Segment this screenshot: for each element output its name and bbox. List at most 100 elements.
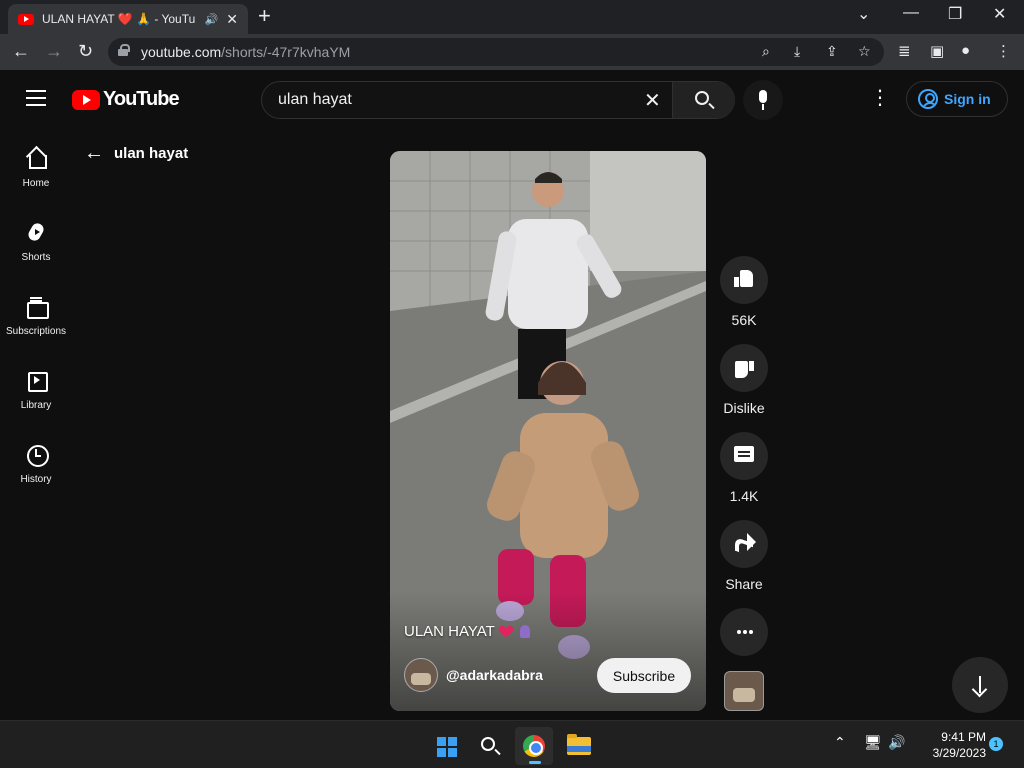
short-title: ULAN HAYAT [404, 623, 495, 640]
taskbar-search-button[interactable] [471, 727, 509, 765]
search-results-title: ulan hayat [114, 145, 189, 162]
media-queue-icon[interactable]: ≣ [898, 42, 911, 60]
minimize-button[interactable]: — [903, 4, 919, 22]
short-caption: ULAN HAYAT [404, 623, 530, 640]
youtube-favicon-icon [18, 13, 34, 25]
subscriptions-icon [26, 296, 49, 319]
like-button[interactable] [720, 256, 768, 304]
praying-hands-icon [519, 625, 530, 638]
clock-date: 3/29/2023 [932, 746, 986, 760]
guide-item-label: Shorts [21, 252, 51, 263]
network-icon[interactable]: 🖥 [864, 734, 882, 751]
share-label: Share [725, 576, 763, 592]
hamburger-menu-icon[interactable] [26, 90, 46, 106]
more-action [720, 608, 768, 656]
short-video-player[interactable]: ULAN HAYAT @adarkadabra Subscribe [390, 151, 706, 711]
address-bar[interactable]: youtube.com/shorts/-47r7kvhaYM ⌕ ⤓ ⇪ ☆ [108, 38, 884, 66]
close-window-button[interactable]: ✕ [993, 4, 1006, 24]
tray-overflow-chevron-icon[interactable]: ⌃ [834, 734, 846, 751]
like-action: 56K [720, 256, 768, 328]
channel-handle[interactable]: @adarkadabra [446, 667, 543, 683]
start-button[interactable] [427, 727, 465, 765]
restore-button[interactable]: ❐ [948, 4, 962, 24]
sign-in-label: Sign in [944, 91, 991, 107]
more-options-button[interactable] [720, 608, 768, 656]
active-indicator [529, 761, 541, 764]
folder-icon [567, 734, 591, 755]
taskbar-clock[interactable]: 9:41 PM 3/29/2023 [916, 729, 986, 761]
search-input[interactable]: ulan hayat [278, 91, 352, 109]
lock-icon[interactable] [118, 44, 130, 56]
tab-close-icon[interactable]: ✕ [226, 11, 238, 28]
reload-icon[interactable]: ↻ [78, 41, 93, 62]
guide-item-label: Home [22, 178, 50, 189]
guide-item-label: Subscriptions [5, 326, 67, 337]
home-icon [26, 148, 47, 169]
comments-button[interactable] [720, 432, 768, 480]
comment-count: 1.4K [729, 488, 759, 504]
taskbar-file-explorer-app[interactable] [559, 727, 597, 765]
zoom-search-icon[interactable]: ⌕ [762, 43, 770, 60]
youtube-masthead: YouTube ulan hayat ✕ ⋮ Sign in [0, 70, 1024, 126]
tab-search-chevron-icon[interactable]: ⌄ [857, 4, 870, 24]
youtube-play-logo-icon [72, 89, 100, 110]
dislike-button[interactable] [720, 344, 768, 392]
dislike-action: Dislike [720, 344, 768, 416]
dislike-label: Dislike [723, 400, 765, 416]
sound-thumbnail[interactable] [724, 671, 764, 711]
chrome-menu-icon[interactable]: ⋮ [996, 42, 1011, 60]
youtube-wordmark: YouTube [103, 88, 180, 110]
sign-in-button[interactable]: Sign in [906, 81, 1008, 117]
guide-item-label: History [20, 474, 52, 485]
side-panel-icon[interactable]: ▣ [930, 42, 944, 60]
subscribe-button[interactable]: Subscribe [597, 658, 691, 693]
guide-item-label: Library [20, 400, 52, 411]
voice-search-mic-icon[interactable] [743, 80, 783, 120]
notification-badge[interactable]: 1 [989, 737, 1003, 751]
clear-search-icon[interactable]: ✕ [644, 88, 661, 113]
red-heart-icon [500, 626, 512, 637]
channel-avatar[interactable] [404, 658, 438, 692]
url-text: youtube.com/shorts/-47r7kvhaYM [141, 44, 351, 60]
install-app-icon[interactable]: ⤓ [794, 43, 800, 60]
new-tab-button[interactable]: + [258, 5, 271, 27]
guide-item-history[interactable]: History [0, 422, 72, 494]
share-button[interactable] [720, 520, 768, 568]
search-icon [481, 737, 495, 751]
taskbar-chrome-app[interactable] [515, 727, 553, 765]
guide-item-home[interactable]: Home [0, 126, 72, 198]
settings-more-icon[interactable]: ⋮ [870, 88, 890, 108]
windows-taskbar: ⌃ 🖥 🔊 9:41 PM 3/29/2023 1 [0, 720, 1024, 768]
library-icon [26, 370, 48, 392]
search-button[interactable] [672, 82, 735, 118]
share-page-icon[interactable]: ⇪ [826, 43, 838, 60]
browser-tab[interactable]: ULAN HAYAT ❤️ 🙏 - YouTu 🔊 ✕ [8, 4, 248, 34]
forward-arrow-icon[interactable]: → [45, 41, 63, 62]
guide-item-shorts[interactable]: Shorts [0, 200, 72, 272]
back-arrow-icon: ← [84, 142, 104, 164]
tab-title: ULAN HAYAT ❤️ 🙏 - YouTu [42, 12, 196, 26]
guide-item-library[interactable]: Library [0, 348, 72, 420]
search-icon [695, 91, 709, 105]
youtube-logo[interactable]: YouTube [72, 88, 180, 111]
back-arrow-icon[interactable]: ← [12, 41, 30, 62]
history-icon [26, 444, 49, 467]
browser-toolbar: ← → ↻ youtube.com/shorts/-47r7kvhaYM ⌕ ⤓… [0, 34, 1024, 70]
channel-info[interactable]: @adarkadabra [404, 658, 543, 692]
like-count: 56K [731, 312, 757, 328]
bookmark-star-icon[interactable]: ☆ [858, 43, 871, 60]
volume-icon[interactable]: 🔊 [888, 734, 905, 751]
shorts-icon [26, 222, 46, 242]
browser-tab-strip: ULAN HAYAT ❤️ 🙏 - YouTu 🔊 ✕ + ⌄ — ❐ ✕ [0, 0, 1024, 34]
comment-action: 1.4K [720, 432, 768, 504]
share-action: Share [720, 520, 768, 592]
back-to-results[interactable]: ← ulan hayat [84, 142, 188, 165]
profile-icon[interactable]: ● [961, 42, 970, 59]
guide-item-subscriptions[interactable]: Subscriptions [0, 274, 72, 346]
search-box[interactable]: ulan hayat ✕ [261, 81, 735, 119]
speaker-icon[interactable]: 🔊 [205, 13, 219, 26]
account-circle-icon [918, 89, 938, 109]
next-short-button[interactable] [952, 657, 1008, 713]
clock-time: 9:41 PM [941, 730, 986, 744]
windows-logo-icon [437, 737, 457, 757]
